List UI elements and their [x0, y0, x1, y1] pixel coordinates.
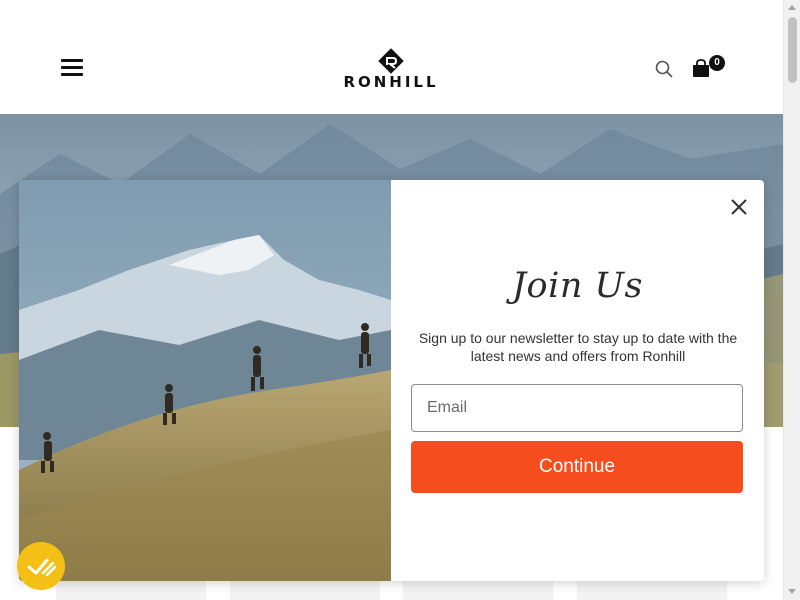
scroll-thumb[interactable] — [788, 17, 797, 83]
newsletter-form-panel: Join Us Sign up to our newsletter to sta… — [391, 180, 764, 581]
scroll-down-arrow-icon[interactable] — [788, 589, 796, 594]
accessibility-icon — [27, 558, 57, 577]
popup-description: Sign up to our newsletter to stay up to … — [418, 330, 738, 364]
popup-title: Join Us — [512, 266, 643, 306]
page-scrollbar[interactable] — [783, 0, 800, 600]
scroll-up-arrow-icon[interactable] — [788, 5, 796, 10]
accessibility-widget-button[interactable] — [17, 542, 65, 590]
runners-mountain-image — [19, 180, 391, 581]
close-icon[interactable] — [728, 196, 750, 218]
continue-button[interactable]: Continue — [411, 441, 743, 493]
email-field[interactable] — [411, 384, 743, 432]
newsletter-popup: Join Us Sign up to our newsletter to sta… — [19, 180, 764, 581]
